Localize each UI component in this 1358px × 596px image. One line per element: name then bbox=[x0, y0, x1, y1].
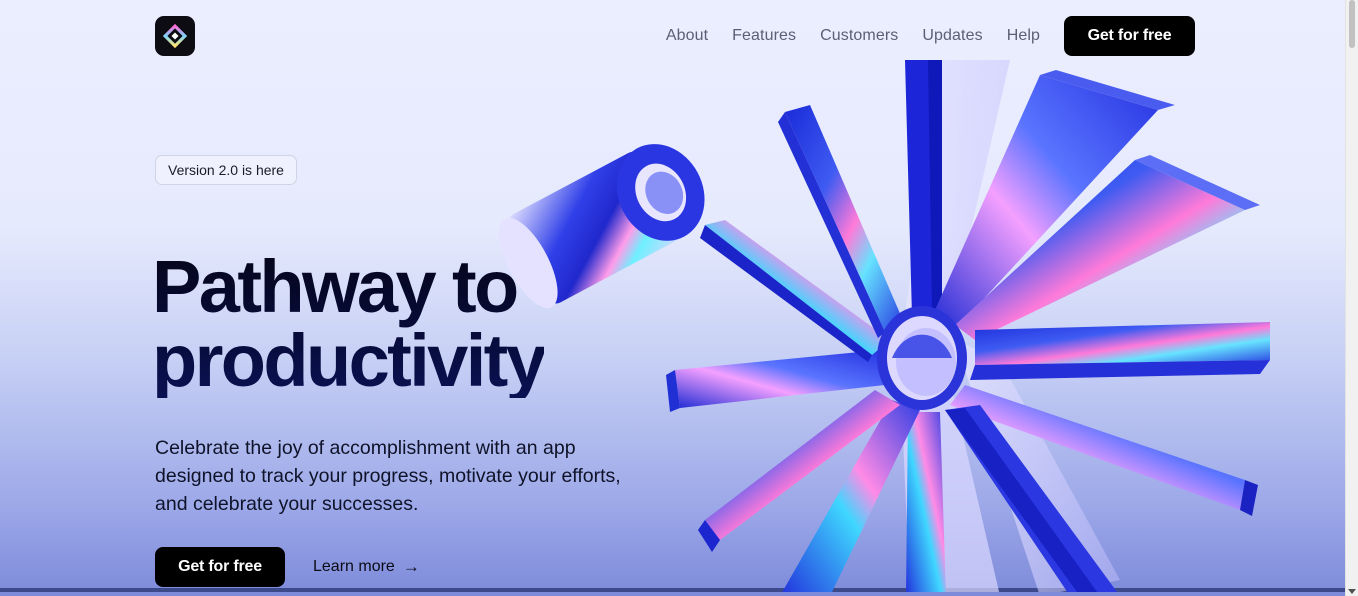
scrollbar-thumb[interactable] bbox=[1349, 0, 1355, 48]
diamond-logo-icon bbox=[162, 23, 188, 49]
arrow-right-icon: → bbox=[402, 557, 420, 576]
scroll-down-arrow-icon[interactable] bbox=[1348, 589, 1356, 594]
landing-page: About Features Customers Updates Help Ge… bbox=[0, 0, 1346, 592]
hero-get-for-free-button[interactable]: Get for free bbox=[155, 547, 285, 587]
app-logo[interactable] bbox=[155, 16, 195, 56]
version-badge[interactable]: Version 2.0 is here bbox=[155, 155, 297, 185]
hero-description: Celebrate the joy of accomplishment with… bbox=[155, 437, 621, 515]
learn-more-link[interactable]: Learn more → bbox=[313, 547, 420, 587]
hero-title-line-2: productivity bbox=[152, 319, 545, 402]
learn-more-label: Learn more bbox=[313, 558, 395, 575]
hero-title-line-1: Pathway to bbox=[152, 245, 517, 328]
vertical-scrollbar[interactable] bbox=[1345, 0, 1358, 596]
hero-title: Pathway to productivity bbox=[152, 250, 544, 398]
